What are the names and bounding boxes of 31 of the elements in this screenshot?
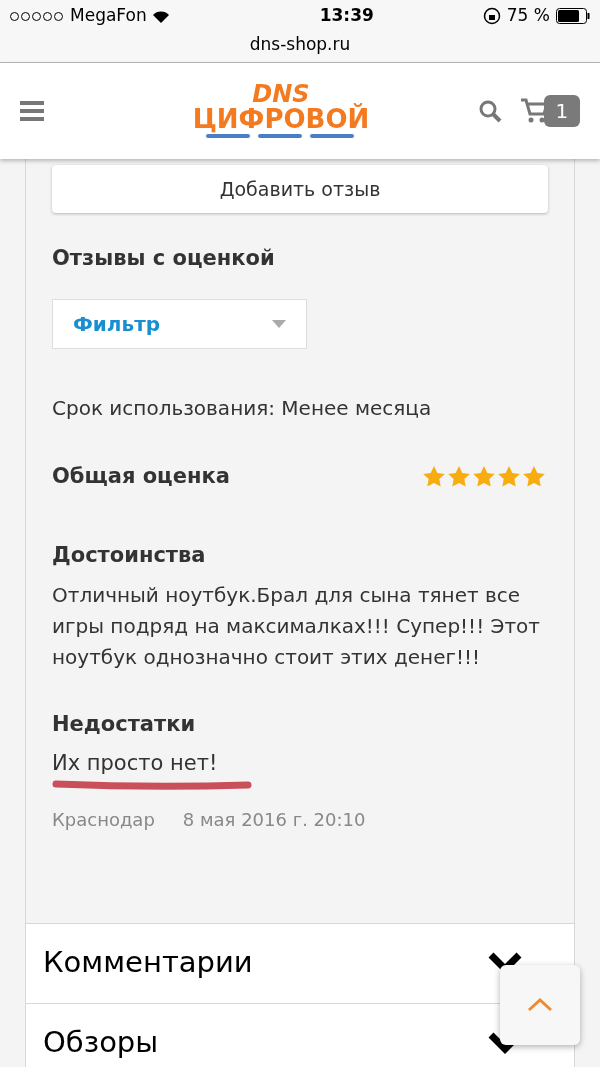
star-icon <box>522 465 546 488</box>
star-icon <box>497 465 521 488</box>
star-icon <box>447 465 471 488</box>
chevron-up-icon <box>527 998 553 1012</box>
battery-percent: 75 % <box>506 4 550 28</box>
review-city: Краснодар <box>52 807 155 832</box>
pros-title: Достоинства <box>52 542 207 569</box>
battery-icon <box>556 8 590 24</box>
carrier-name: MegaFon <box>70 4 147 28</box>
search-icon[interactable] <box>478 99 502 123</box>
clock: 13:39 <box>319 4 374 28</box>
add-review-button[interactable]: Добавить отзыв <box>52 165 548 213</box>
section-title: Обзоры <box>43 1024 159 1062</box>
menu-icon[interactable] <box>20 100 44 122</box>
star-icon <box>422 465 446 488</box>
url-text[interactable]: dns-shop.ru <box>249 32 351 58</box>
cons-text: Их просто нет! <box>52 750 219 777</box>
logo-text[interactable]: ЦИФРОВОЙ <box>192 105 370 133</box>
rotation-lock-icon <box>482 7 501 25</box>
section-title: Комментарии <box>43 944 253 982</box>
logo-text[interactable]: DNS <box>252 83 310 105</box>
pros-text: Отличный ноутбук.Брал для сына тянет все игры подряд на максималках!!! Супер!!! Этот ноутбук однозначно стоит этих денег!!! <box>52 581 541 671</box>
rating-label: Общая оценка <box>52 462 230 490</box>
section-heading: Отзывы с оценкой <box>52 245 276 272</box>
usage-text: Срок использования: Менее месяца <box>52 394 433 422</box>
caret-icon <box>272 319 286 328</box>
cart-count-badge[interactable]: 1 <box>544 95 580 127</box>
star-icon <box>472 465 496 488</box>
cons-title: Недостатки <box>52 710 197 738</box>
filter-dropdown[interactable]: Фильтр <box>52 298 307 349</box>
review-date: 8 мая 2016 г. 20:10 <box>182 807 366 832</box>
